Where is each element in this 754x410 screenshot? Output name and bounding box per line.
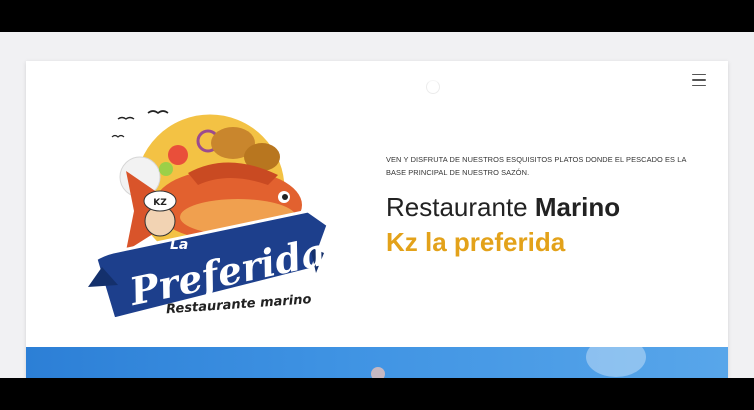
page-title-light: Restaurante bbox=[386, 192, 535, 222]
letterbox-bottom bbox=[0, 378, 754, 410]
restaurant-logo: KZ La Preferida Restaurante marino bbox=[88, 110, 330, 317]
cloud-decoration bbox=[586, 337, 646, 377]
page-title: Restaurante Marino bbox=[386, 192, 726, 223]
website-page: KZ La Preferida Restaurante marino VEN Y… bbox=[26, 61, 728, 378]
logo-banner-small-text: La bbox=[170, 237, 188, 253]
page-subtitle: Kz la preferida bbox=[386, 227, 566, 257]
cloud-decoration bbox=[371, 367, 385, 378]
logo-badge-text: KZ bbox=[153, 198, 167, 208]
hero-banner bbox=[26, 337, 728, 378]
hamburger-menu-icon[interactable] bbox=[692, 74, 706, 86]
hero-tagline: VEN Y DISFRUTA DE NUESTROS ESQUISITOS PL… bbox=[386, 155, 687, 177]
page-title-bold: Marino bbox=[534, 192, 621, 222]
loading-spinner-icon bbox=[426, 80, 440, 94]
letterbox-top bbox=[0, 0, 754, 32]
